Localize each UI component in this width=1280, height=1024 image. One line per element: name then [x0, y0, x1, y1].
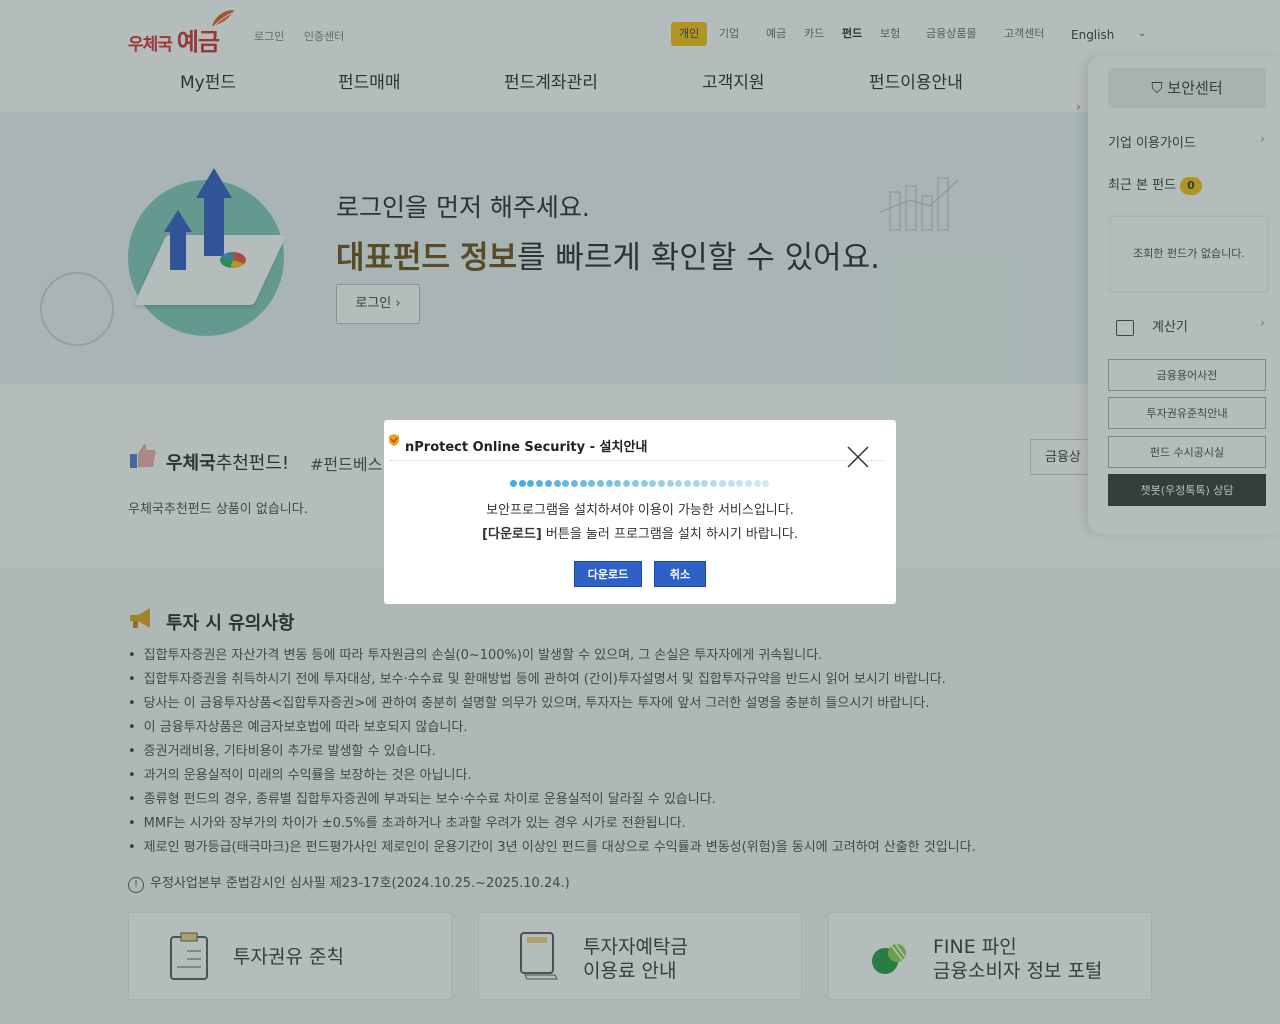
- loading-dot: [753, 480, 761, 487]
- loading-dot: [605, 480, 613, 487]
- loading-dot: [692, 480, 700, 487]
- loading-dot: [614, 480, 622, 487]
- loading-dot: [718, 480, 726, 487]
- loading-dot: [684, 480, 691, 487]
- loading-dot: [570, 480, 578, 487]
- loading-dot: [553, 480, 561, 487]
- loading-dot: [640, 480, 648, 487]
- loading-dot: [527, 480, 535, 487]
- loading-dot: [649, 480, 657, 487]
- loading-dot: [631, 480, 639, 487]
- loading-dot: [710, 480, 718, 487]
- loading-dot: [657, 480, 665, 487]
- loading-dot: [588, 480, 596, 487]
- loading-dot: [727, 480, 735, 487]
- page: 우체국 예금 로그인 인증센터 개인 기업 예금 카드 펀드 보험 금융상품몰 …: [0, 0, 1280, 1024]
- divider: [390, 460, 884, 461]
- close-icon[interactable]: [846, 445, 870, 469]
- loading-dot: [675, 480, 683, 487]
- loading-dot: [518, 480, 526, 487]
- dialog-title: nProtect Online Security - 설치안내: [405, 440, 648, 455]
- loading-dot: [597, 480, 604, 487]
- loading-dot: [623, 480, 631, 487]
- loading-dot: [562, 480, 570, 487]
- loading-dot: [701, 480, 709, 487]
- loading-dot: [736, 480, 744, 487]
- dialog-message-2: [다운로드] 버튼을 눌러 프로그램을 설치 하시기 바랍니다.: [482, 527, 798, 542]
- loading-dot: [762, 480, 770, 487]
- loading-dot: [536, 480, 544, 487]
- nprotect-install-dialog: nProtect Online Security - 설치안내 보안프로그램을 …: [384, 420, 896, 604]
- download-button[interactable]: 다운로드: [574, 561, 642, 587]
- loading-dot: [510, 480, 517, 487]
- loading-dot: [544, 480, 552, 487]
- dialog-message-1: 보안프로그램을 설치하셔야 이용이 가능한 서비스입니다.: [486, 503, 794, 518]
- cancel-button[interactable]: 취소: [654, 561, 706, 587]
- nprotect-shield-icon: [389, 434, 399, 446]
- loading-dot: [744, 480, 752, 487]
- loading-dot: [579, 480, 587, 487]
- loading-dot: [666, 480, 674, 487]
